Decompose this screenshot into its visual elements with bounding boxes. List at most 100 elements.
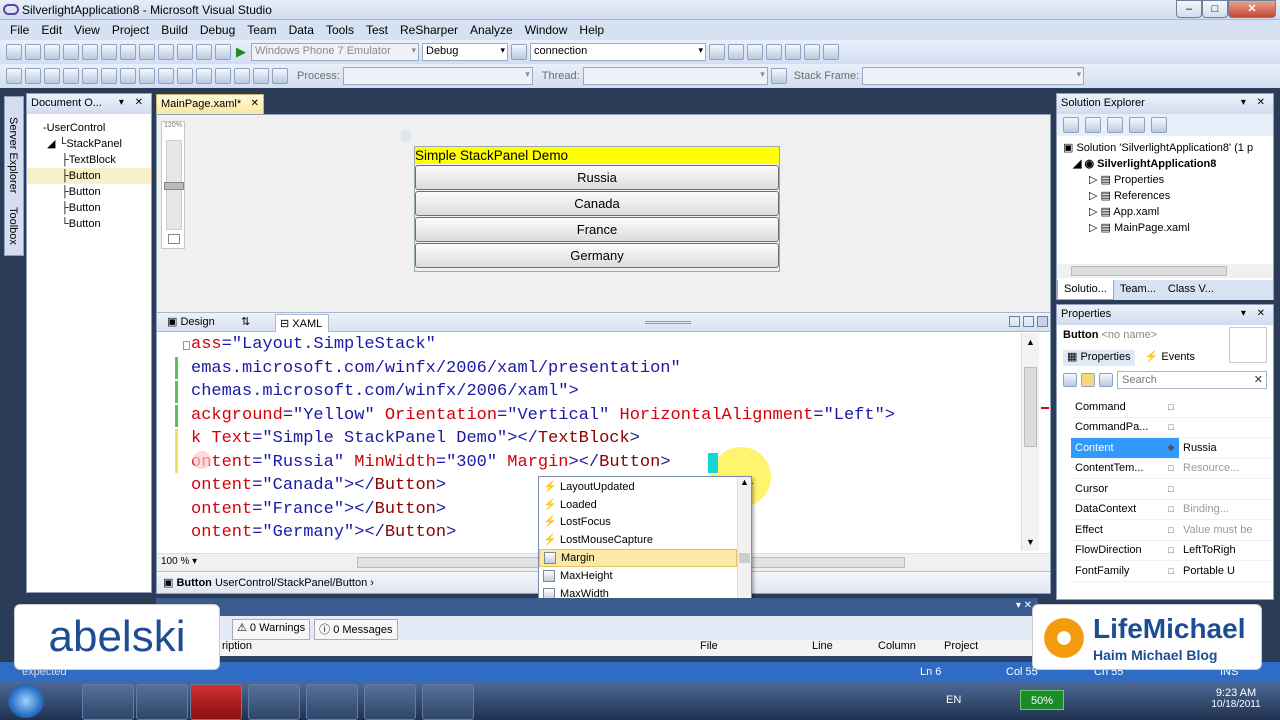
sort-alphabetical-icon[interactable]	[1081, 373, 1095, 387]
acrobat-taskbar-icon[interactable]	[190, 684, 242, 720]
scroll-thumb[interactable]	[739, 553, 750, 563]
fit-to-window-icon[interactable]	[168, 234, 180, 244]
uncomment-icon[interactable]	[158, 68, 174, 84]
find-combo[interactable]: connection ▾	[530, 43, 706, 61]
solution-explorer-icon[interactable]	[709, 44, 725, 60]
start-button-icon[interactable]	[8, 684, 44, 718]
notepad-taskbar-icon[interactable]	[364, 684, 416, 720]
outline-item-textblock[interactable]: ├TextBlock	[39, 152, 151, 168]
collapse-region-icon[interactable]	[183, 341, 190, 350]
zoom-thumb[interactable]	[164, 182, 184, 190]
outline-item-button[interactable]: ├Button	[39, 200, 151, 216]
outline-item-button[interactable]: └Button	[39, 216, 151, 232]
properties-window-icon[interactable]	[728, 44, 744, 60]
menu-test[interactable]: Test	[360, 23, 394, 37]
new-project-icon[interactable]	[6, 44, 22, 60]
chrome-taskbar-icon[interactable]	[306, 684, 358, 720]
property-row[interactable]: FontFamily □ Portable U	[1071, 561, 1273, 582]
show-all-files-icon[interactable]	[1085, 117, 1101, 133]
select-icon[interactable]	[6, 68, 22, 84]
property-row[interactable]: Effect □ Value must be	[1071, 520, 1273, 541]
toolbox-icon[interactable]	[766, 44, 782, 60]
editor-zoom-select[interactable]: 100 % ▾	[161, 556, 197, 567]
redo-icon[interactable]	[177, 44, 193, 60]
copy-icon[interactable]	[120, 44, 136, 60]
code-line[interactable]: chemas.microsoft.com/winfx/2006/xaml">	[191, 380, 895, 404]
menu-debug[interactable]: Debug	[194, 23, 241, 37]
next-bookmark-icon[interactable]	[215, 68, 231, 84]
property-marker-icon[interactable]: □	[1163, 504, 1179, 514]
code-line[interactable]: emas.microsoft.com/winfx/2006/xaml/prese…	[191, 357, 895, 381]
pan-icon[interactable]	[25, 68, 41, 84]
paste-icon[interactable]	[139, 44, 155, 60]
explorer-taskbar-icon[interactable]	[82, 684, 134, 720]
property-value[interactable]: Russia	[1179, 438, 1273, 458]
collapse-pane-icon[interactable]	[1037, 316, 1048, 327]
outdent-icon[interactable]	[120, 68, 136, 84]
navigate-back-icon[interactable]	[196, 44, 212, 60]
undo-icon[interactable]	[158, 44, 174, 60]
clock[interactable]: 9:23 AM 10/18/2011	[1206, 687, 1266, 710]
view-designer-icon[interactable]	[1151, 117, 1167, 133]
splitter-grip[interactable]	[645, 321, 691, 324]
add-item-icon[interactable]	[25, 44, 41, 60]
open-file-icon[interactable]	[44, 44, 60, 60]
menu-window[interactable]: Window	[519, 23, 574, 37]
property-row[interactable]: FlowDirection □ LeftToRigh	[1071, 541, 1273, 561]
property-marker-icon[interactable]: □	[1163, 545, 1179, 555]
find-in-files-icon[interactable]	[511, 44, 527, 60]
menu-data[interactable]: Data	[283, 23, 320, 37]
properties-icon[interactable]	[1063, 117, 1079, 133]
app-xaml-node[interactable]: ▷ ▤ App.xaml	[1063, 204, 1273, 220]
preview-button-france[interactable]: France	[415, 217, 779, 242]
toolbar-options-icon[interactable]	[272, 68, 288, 84]
split-horizontal-icon[interactable]	[1023, 316, 1034, 327]
server-explorer-tab[interactable]: Server Explorer	[7, 117, 19, 193]
tab-class-view[interactable]: Class V...	[1162, 280, 1220, 300]
format-icon[interactable]	[63, 68, 79, 84]
preview-button-germany[interactable]: Germany	[415, 243, 779, 268]
outline-item-button[interactable]: ├Button	[39, 184, 151, 200]
menu-resharper[interactable]: ReSharper	[394, 23, 464, 37]
filter-icon[interactable]	[1099, 373, 1113, 387]
tab-events[interactable]: ⚡ Events	[1145, 350, 1195, 366]
intellisense-item[interactable]: ⚡ LostMouseCapture	[539, 531, 737, 549]
menu-help[interactable]: Help	[573, 23, 610, 37]
property-row[interactable]: DataContext □ Binding...	[1071, 500, 1273, 520]
thread-select[interactable]: ▾	[582, 67, 768, 85]
extension-manager-icon[interactable]	[804, 44, 820, 60]
maximize-button[interactable]: □	[1202, 0, 1228, 18]
tab-solution[interactable]: Solutio...	[1057, 280, 1114, 300]
next-folder-bookmark-icon[interactable]	[234, 68, 250, 84]
column-project[interactable]: Project	[944, 640, 978, 652]
prev-bookmark-icon[interactable]	[196, 68, 212, 84]
tab-xaml[interactable]: ⊟ XAML	[275, 314, 329, 332]
save-all-icon[interactable]	[82, 44, 98, 60]
bookmark-icon[interactable]	[177, 68, 193, 84]
solution-hscrollbar[interactable]	[1057, 264, 1273, 278]
intellisense-item[interactable]: ⚡ Loaded	[539, 496, 737, 514]
process-select[interactable]: ▾	[342, 67, 533, 85]
column-line[interactable]: Line	[812, 640, 833, 652]
column-description[interactable]: ription	[222, 640, 252, 652]
property-value[interactable]: Resource...	[1179, 462, 1239, 474]
scroll-up-icon[interactable]: ▲	[740, 477, 749, 487]
intellisense-item[interactable]: ⚡ LayoutUpdated	[539, 478, 737, 496]
menu-project[interactable]: Project	[106, 23, 155, 37]
property-value[interactable]: Portable U	[1179, 565, 1235, 577]
tab-mainpage-xaml[interactable]: MainPage.xaml* ✕	[156, 94, 264, 114]
scroll-thumb[interactable]	[1024, 367, 1037, 447]
comment-icon[interactable]	[139, 68, 155, 84]
code-line[interactable]: ackground="Yellow" Orientation="Vertical…	[191, 404, 895, 428]
scroll-up-icon[interactable]: ▲	[1026, 337, 1035, 347]
panel-pin-close-icons[interactable]: ▾ ✕	[1241, 308, 1269, 319]
solution-node[interactable]: ▣ Solution 'SilverlightApplication8' (1 …	[1063, 140, 1273, 156]
panel-pin-close-icons[interactable]: ▾ ✕	[119, 97, 147, 108]
tab-design[interactable]: ▣ Design	[161, 314, 229, 330]
warnings-filter-button[interactable]: ⚠ 0 Warnings	[232, 619, 311, 640]
tab-team-explorer[interactable]: Team...	[1114, 280, 1162, 300]
column-file[interactable]: File	[700, 640, 718, 652]
smart-tag-icon[interactable]	[193, 451, 211, 469]
property-row[interactable]: Content ◆ Russia	[1071, 438, 1273, 459]
outline-item-usercontrol[interactable]: -UserControl	[39, 120, 151, 136]
